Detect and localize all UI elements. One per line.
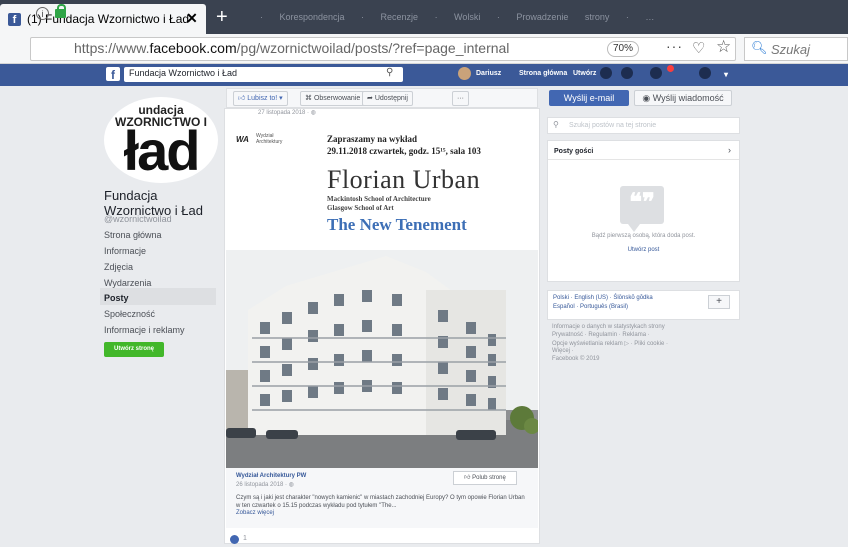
notifications-icon[interactable] (650, 67, 662, 79)
nav-events[interactable]: Wydarzenia (104, 278, 151, 288)
language-links-1[interactable]: Polski · English (US) · Ślōnskŏ gŏdka (553, 295, 653, 301)
globe-icon: ◍ (288, 482, 294, 488)
poster-datetime: 29.11.2018 czwartek, godz. 15¹⁵, sala 10… (327, 146, 481, 156)
shared-page-name[interactable]: Wydział Architektury PW (236, 473, 306, 479)
more-button[interactable]: ··· (452, 91, 469, 106)
browser-tab[interactable]: f (1) Fundacja Wzornictwo i Ład ✕ (0, 4, 206, 34)
poster-affiliation-2: Glasgow School of Art (327, 204, 394, 212)
new-tab-button[interactable]: + (216, 6, 228, 29)
post-text: Czym są i jaki jest charakter "nowych ka… (236, 495, 525, 509)
reaction-count[interactable]: 1 (243, 535, 247, 542)
create-post-link[interactable]: Utwórz post (548, 247, 739, 253)
nav-info-ads[interactable]: Informacje i reklamy (104, 325, 185, 335)
notification-badge (667, 65, 674, 72)
building-photo[interactable] (226, 250, 538, 468)
chevron-right-icon[interactable]: › (728, 145, 731, 155)
poster-invite: Zapraszamy na wykład (327, 134, 418, 144)
profile-link[interactable]: Dariusz (476, 70, 501, 77)
messenger-icon[interactable] (621, 67, 633, 79)
poster-affiliation-1: Mackintosh School of Architecture (327, 195, 431, 203)
globe-icon: ◍ (310, 110, 316, 116)
send-message-button[interactable]: ◉ Wyślij wiadomość (634, 90, 732, 106)
messenger-icon: ◉ (642, 93, 653, 103)
search-icon[interactable]: ⚲ (386, 67, 393, 78)
footer-copyright: Facebook © 2019 (552, 356, 600, 362)
language-panel: Polski · English (US) · Ślōnskŏ gŏdka Es… (547, 290, 740, 320)
rss-icon: ⌘ (305, 95, 314, 102)
page-profile-picture[interactable]: undacja WZORNICTWO I ład (104, 97, 218, 183)
tab-close-icon[interactable]: ✕ (186, 10, 198, 27)
browser-search-input[interactable]: 🔍︎ Szukaj (744, 37, 848, 61)
nav-info[interactable]: Informacje (104, 246, 146, 256)
add-language-button[interactable]: + (708, 295, 730, 309)
footer-more-link[interactable]: Więcej · (552, 348, 574, 354)
page-handle[interactable]: @wzornictwoilad (104, 214, 172, 224)
footer-insights-link[interactable]: Informacje o danych w statystykach stron… (552, 324, 665, 330)
facebook-search-input[interactable]: Fundacja Wzornictwo i Ład ⚲ (124, 67, 403, 82)
zoom-level[interactable]: 70% (607, 41, 639, 57)
search-icon: ⚲ (553, 120, 559, 129)
faculty-logo-text: Wydział Architektury (256, 133, 283, 145)
home-link[interactable]: Strona główna (519, 70, 567, 77)
account-menu-icon[interactable]: ▾ (724, 70, 728, 79)
thumb-icon: 👍︎ (464, 475, 473, 481)
help-icon[interactable] (699, 67, 711, 79)
page-actions-icon[interactable]: ··· (666, 38, 683, 54)
search-icon: 🔍︎ (751, 40, 768, 55)
send-email-button[interactable]: Wyślij e-mail (549, 90, 629, 106)
lock-icon[interactable] (55, 4, 66, 18)
like-page-button[interactable]: 👍︎ Polub stronę (453, 471, 517, 485)
footer-links-1[interactable]: Prywatność · Regulamin · Reklama · (552, 332, 650, 338)
follow-button[interactable]: ⌘ Obserwowanie ▾ (300, 91, 371, 106)
post-timestamp[interactable]: 27 listopada 2018 · ◍ (258, 109, 316, 116)
create-page-button[interactable]: Utwórz stronę (104, 342, 164, 357)
visitor-posts-empty-text: Bądź pierwszą osobą, która doda post. (591, 233, 696, 239)
share-icon: ➦ (367, 95, 375, 102)
facebook-favicon-icon: f (8, 13, 21, 26)
avatar[interactable] (458, 67, 471, 80)
faculty-logo: WA (236, 135, 249, 144)
page-posts-search-input[interactable]: ⚲ Szukaj postów na tej stronie (547, 117, 740, 134)
quote-bubble-icon: ❝❞ (620, 186, 664, 232)
nav-community[interactable]: Społeczność (104, 309, 155, 319)
visitor-posts-header[interactable]: Posty gości (554, 148, 593, 155)
see-more-link[interactable]: Zobacz więcej (236, 510, 274, 516)
divider (548, 159, 739, 160)
nav-home[interactable]: Strona główna (104, 230, 162, 240)
bookmark-star-icon[interactable]: ☆ (716, 37, 731, 57)
url-text[interactable]: https://www.facebook.com/pg/wzornictwoil… (74, 40, 509, 56)
poster-speaker: Florian Urban (327, 165, 481, 194)
share-button[interactable]: ➦ Udostępnij (362, 91, 413, 106)
language-links-2[interactable]: Español · Português (Brasil) (553, 304, 628, 310)
thumb-icon: 👍︎ (238, 95, 248, 102)
bookmarks-strip: · Korespondencja · Recenzje · Wolski · P… (260, 12, 655, 22)
nav-posts[interactable]: Posty (104, 293, 129, 303)
poster-lecture-title: The New Tenement (327, 215, 467, 234)
nav-photos[interactable]: Zdjęcia (104, 262, 133, 272)
like-reaction-icon[interactable] (230, 535, 239, 544)
create-link[interactable]: Utwórz (573, 70, 596, 77)
tab-title: (1) Fundacja Wzornictwo i Ład (27, 12, 190, 26)
info-icon[interactable]: i (36, 7, 49, 20)
visitor-posts-panel: Posty gości › ❝❞ Bądź pierwszą osobą, kt… (547, 140, 740, 282)
pocket-icon[interactable]: ♡ (692, 39, 705, 57)
friends-icon[interactable] (600, 67, 612, 79)
footer-links-2[interactable]: Opcje wyświetlania reklam ▷ · Pliki cook… (552, 340, 668, 347)
shared-post-date[interactable]: 26 listopada 2018 · ◍ (236, 481, 294, 488)
like-button[interactable]: 👍︎ Lubisz to! ▾ (233, 91, 288, 106)
facebook-logo-icon[interactable]: f (106, 67, 120, 82)
